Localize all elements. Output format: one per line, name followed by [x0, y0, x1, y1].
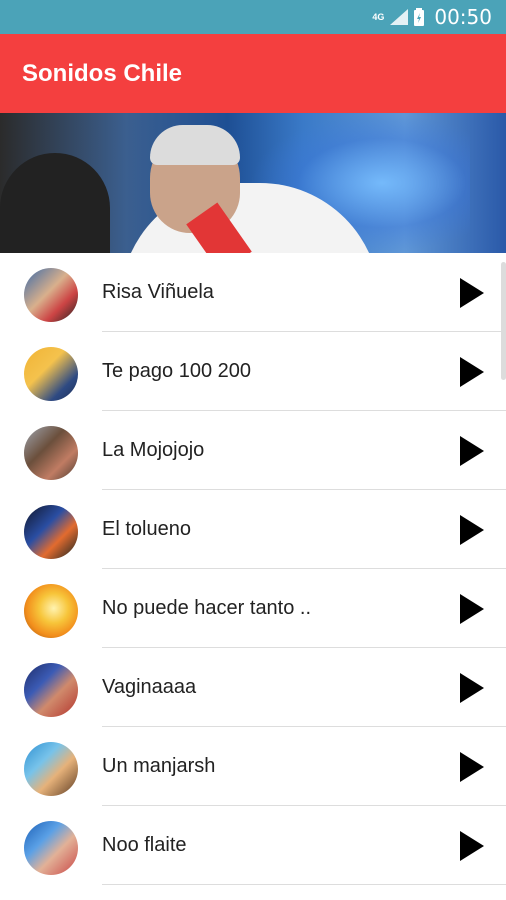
sound-label: Te pago 100 200	[102, 360, 252, 382]
list-item[interactable]: Risa Viñuela	[0, 253, 506, 332]
sound-label: Un manjarsh	[102, 755, 216, 777]
list-item[interactable]: Un manjarsh	[0, 727, 506, 806]
signal-icon	[390, 9, 409, 25]
avatar	[24, 584, 78, 638]
avatar	[24, 821, 78, 875]
network-label: 4G	[372, 12, 385, 22]
avatar	[24, 347, 78, 401]
battery-icon	[414, 8, 425, 26]
sound-label: Risa Viñuela	[102, 281, 214, 303]
list-item[interactable]: No puede hacer tanto ..	[0, 569, 506, 648]
play-icon[interactable]	[460, 356, 484, 387]
sound-label: No puede hacer tanto ..	[102, 597, 312, 619]
avatar	[24, 505, 78, 559]
list-item[interactable]: Noo flaite	[0, 806, 506, 885]
list-item[interactable]: El tolueno	[0, 490, 506, 569]
sound-list: Risa Viñuela Te pago 100 200 La Mojojojo…	[0, 253, 506, 885]
avatar	[24, 268, 78, 322]
person-hair	[150, 125, 240, 165]
list-item[interactable]: Vaginaaaa	[0, 648, 506, 727]
play-icon[interactable]	[460, 514, 484, 545]
sound-label: Noo flaite	[102, 834, 187, 856]
status-time: 00:50	[434, 5, 492, 29]
play-icon[interactable]	[460, 593, 484, 624]
app-bar: Sonidos Chile	[0, 34, 506, 113]
play-icon[interactable]	[460, 830, 484, 861]
list-item[interactable]: Te pago 100 200	[0, 332, 506, 411]
header-banner-image	[0, 113, 506, 253]
sound-label: El tolueno	[102, 518, 191, 540]
network-indicator: 4G	[372, 12, 385, 22]
play-icon[interactable]	[460, 672, 484, 703]
background-person	[0, 153, 110, 253]
avatar	[24, 663, 78, 717]
play-icon[interactable]	[460, 435, 484, 466]
divider	[102, 884, 506, 885]
avatar	[24, 742, 78, 796]
play-icon[interactable]	[460, 751, 484, 782]
list-item[interactable]: La Mojojojo	[0, 411, 506, 490]
app-title: Sonidos Chile	[22, 59, 183, 87]
scrollbar[interactable]	[501, 262, 506, 380]
avatar	[24, 426, 78, 480]
play-icon[interactable]	[460, 277, 484, 308]
sound-label: Vaginaaaa	[102, 676, 197, 698]
status-bar: 4G 00:50	[0, 0, 506, 34]
sound-label: La Mojojojo	[102, 439, 205, 461]
